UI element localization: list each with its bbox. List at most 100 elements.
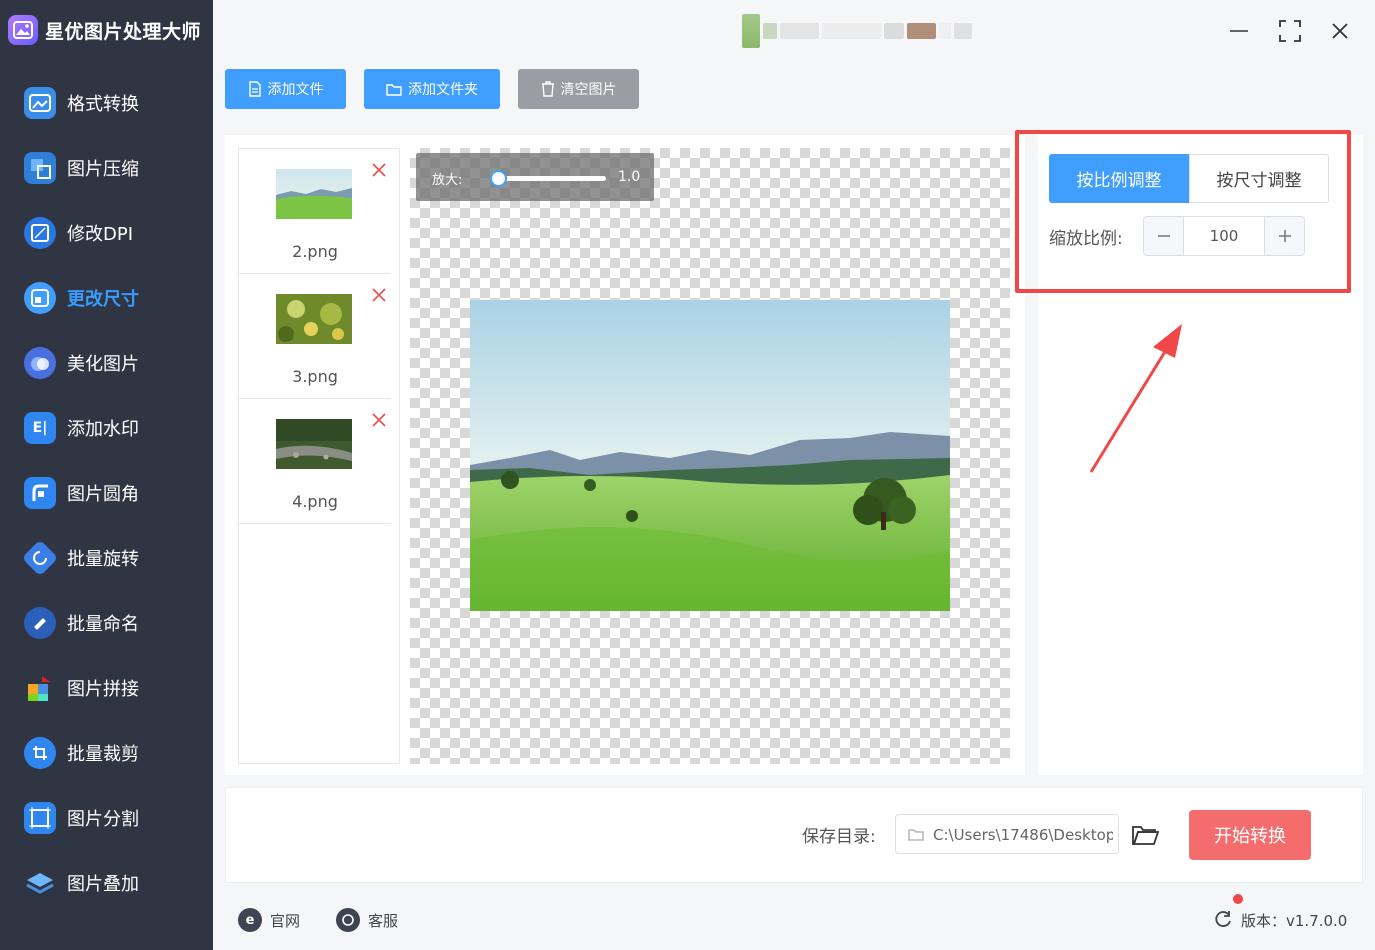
thumbnail-stream xyxy=(276,419,352,469)
sidebar-item-label: 图片拼接 xyxy=(67,679,139,700)
remove-file-close-icon[interactable] xyxy=(371,412,387,428)
website-link[interactable]: e 官网 xyxy=(238,906,300,934)
sidebar-item-label: 批量命名 xyxy=(67,614,139,635)
list-item[interactable]: 2.png xyxy=(239,149,391,274)
beautify-icon xyxy=(24,347,56,379)
sidebar-item-crop[interactable]: 批量裁剪 xyxy=(24,733,139,773)
folder-icon xyxy=(386,84,402,96)
sidebar-item-label: 添加水印 xyxy=(67,419,139,440)
sidebar-item-beautify[interactable]: 美化图片 xyxy=(24,343,139,383)
minimize-icon xyxy=(1230,30,1248,32)
start-convert-button[interactable]: 开始转换 xyxy=(1189,810,1311,860)
sidebar-item-label: 批量裁剪 xyxy=(67,744,139,765)
save-directory-field[interactable]: C:\Users\17486\Desktop xyxy=(895,814,1119,854)
list-item[interactable]: 4.png xyxy=(239,399,391,524)
scale-ratio-stepper xyxy=(1143,216,1305,256)
rotate-icon xyxy=(21,539,59,577)
refresh-icon xyxy=(1215,911,1231,927)
folder-icon xyxy=(908,829,924,841)
file-name: 4.png xyxy=(292,492,338,511)
fullscreen-icon xyxy=(1279,20,1301,42)
sidebar-item-compress[interactable]: 图片压缩 xyxy=(24,148,139,188)
tab-scale-by-ratio[interactable]: 按比例调整 xyxy=(1049,154,1189,203)
layers-icon xyxy=(24,867,56,899)
resize-icon xyxy=(24,282,56,314)
browse-folder-icon[interactable] xyxy=(1130,820,1160,850)
update-badge xyxy=(1233,894,1243,904)
watermark-icon: E| xyxy=(24,412,56,444)
sidebar-item-watermark[interactable]: E| 添加水印 xyxy=(24,408,139,448)
add-file-button[interactable]: 添加文件 xyxy=(225,69,346,109)
sidebar-item-label: 修改DPI xyxy=(67,224,134,245)
plus-icon xyxy=(1278,230,1291,242)
sidebar-item-rename[interactable]: 批量命名 xyxy=(24,603,139,643)
website-label: 官网 xyxy=(270,911,301,930)
sidebar-item-label: 批量旋转 xyxy=(67,549,139,570)
image-convert-icon xyxy=(24,87,56,119)
close-window-button[interactable] xyxy=(1325,16,1355,46)
remove-file-close-icon[interactable] xyxy=(371,287,387,303)
list-item[interactable]: 3.png xyxy=(239,274,391,399)
sidebar-item-layers[interactable]: 图片叠加 xyxy=(24,863,139,903)
chat-icon xyxy=(336,908,360,932)
image-compress-icon xyxy=(24,152,56,184)
user-account-info[interactable] xyxy=(742,14,973,48)
zoom-slider[interactable] xyxy=(490,170,606,187)
scale-ratio-input[interactable] xyxy=(1185,217,1263,255)
save-directory-path: C:\Users\17486\Desktop xyxy=(933,826,1113,844)
version-info[interactable]: 版本：v1.7.0.0 xyxy=(1213,906,1347,934)
zoom-slider-handle[interactable] xyxy=(490,170,507,187)
sidebar-item-format-convert[interactable]: 格式转换 xyxy=(24,83,139,123)
browser-icon: e xyxy=(238,908,262,932)
clear-images-button[interactable]: 清空图片 xyxy=(518,69,639,109)
sidebar-item-split[interactable]: 图片分割 xyxy=(24,798,139,838)
version-label: 版本：v1.7.0.0 xyxy=(1241,911,1348,930)
crop-icon xyxy=(24,737,56,769)
sidebar-item-rotate[interactable]: 批量旋转 xyxy=(21,538,139,578)
sidebar-item-dpi[interactable]: 修改DPI xyxy=(24,213,133,253)
brand: 星优图片处理大师 xyxy=(8,12,201,48)
clear-images-label: 清空图片 xyxy=(560,82,617,98)
trash-icon xyxy=(541,81,554,97)
support-link[interactable]: 客服 xyxy=(336,906,398,934)
zoom-control: 放大: 1.0 xyxy=(416,153,654,201)
save-directory-label: 保存目录: xyxy=(802,827,876,847)
sidebar-item-resize[interactable]: 更改尺寸 xyxy=(24,278,139,318)
tab-scale-by-size[interactable]: 按尺寸调整 xyxy=(1189,154,1329,203)
add-folder-button[interactable]: 添加文件夹 xyxy=(364,69,500,109)
sidebar-item-label: 美化图片 xyxy=(67,354,139,375)
sidebar-item-label: 格式转换 xyxy=(67,94,139,115)
remove-file-close-icon[interactable] xyxy=(371,162,387,178)
zoom-label: 放大: xyxy=(432,173,463,188)
sidebar-item-puzzle[interactable]: 图片拼接 xyxy=(24,668,139,708)
file-name: 3.png xyxy=(292,367,338,386)
file-name: 2.png xyxy=(292,242,338,261)
app-title: 星优图片处理大师 xyxy=(45,20,202,43)
zoom-value: 1.0 xyxy=(618,169,641,185)
rename-icon xyxy=(24,607,56,639)
support-label: 客服 xyxy=(368,911,399,930)
file-list: 2.png 3.png 4.png xyxy=(238,148,400,764)
rounded-corner-icon xyxy=(24,477,56,509)
file-icon xyxy=(248,81,261,97)
fullscreen-button[interactable] xyxy=(1275,16,1305,46)
thumbnail-flowers xyxy=(276,294,352,344)
add-file-label: 添加文件 xyxy=(267,82,324,98)
sidebar-item-rounded[interactable]: 图片圆角 xyxy=(24,473,139,513)
app-logo-icon xyxy=(8,15,38,45)
minus-icon xyxy=(1157,235,1170,237)
decrease-button[interactable] xyxy=(1144,217,1184,255)
preview-image xyxy=(470,300,950,611)
sidebar-item-label: 图片压缩 xyxy=(67,159,139,180)
add-folder-label: 添加文件夹 xyxy=(408,82,478,98)
dpi-icon xyxy=(24,217,56,249)
sidebar-item-label: 图片分割 xyxy=(67,809,139,830)
scale-ratio-label: 缩放比例: xyxy=(1049,229,1123,249)
sidebar: 星优图片处理大师 格式转换 图片压缩 修改DPI 更改尺寸 美化图片 E| 添加… xyxy=(0,0,213,950)
close-icon xyxy=(1332,23,1348,39)
split-icon xyxy=(24,802,56,834)
thumbnail-meadow xyxy=(276,169,352,219)
increase-button[interactable] xyxy=(1264,217,1304,255)
puzzle-icon xyxy=(24,672,56,704)
minimize-button[interactable] xyxy=(1224,16,1254,46)
